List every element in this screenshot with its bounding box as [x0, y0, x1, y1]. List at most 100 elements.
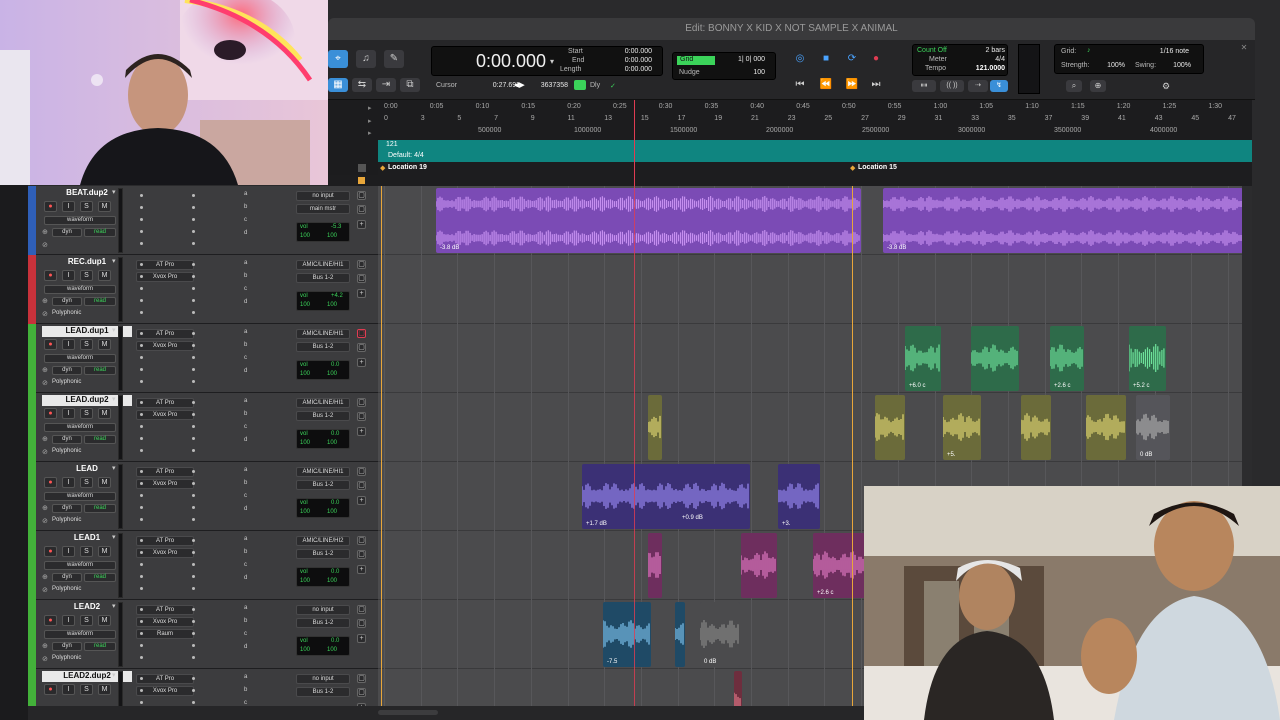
- solo-button[interactable]: S: [80, 408, 93, 419]
- send-letter[interactable]: c: [244, 355, 247, 361]
- input-selector[interactable]: AMIC/LINE/HI1: [296, 398, 350, 408]
- track-color-bar[interactable]: [28, 531, 36, 600]
- insert-empty-slot[interactable]: [140, 644, 143, 647]
- chevron-down-icon[interactable]: ▾: [112, 602, 116, 610]
- volume-pan-box[interactable]: vol +4.2 100 100: [296, 291, 350, 311]
- automation-icon[interactable]: ⊕: [42, 504, 48, 512]
- insert-empty-slot[interactable]: [140, 425, 143, 428]
- send-letter[interactable]: c: [244, 217, 247, 223]
- tempo-marker[interactable]: 121: [386, 141, 398, 148]
- add-icon[interactable]: +: [357, 496, 366, 505]
- track-sub-icon[interactable]: ▢: [357, 412, 366, 421]
- send-letter[interactable]: d: [244, 644, 247, 650]
- send-empty-slot[interactable]: [192, 482, 195, 485]
- send-empty-slot[interactable]: [192, 587, 195, 590]
- send-empty-slot[interactable]: [192, 425, 195, 428]
- audio-clip[interactable]: [648, 395, 662, 460]
- loop-playback-icon[interactable]: ◎: [790, 50, 810, 68]
- elastic-mode[interactable]: Polyphonic: [52, 310, 116, 319]
- speaker-icon[interactable]: ♫: [356, 50, 376, 68]
- add-icon[interactable]: +: [357, 427, 366, 436]
- elastic-mode[interactable]: Polyphonic: [52, 448, 116, 457]
- track-color-bar[interactable]: [28, 255, 36, 324]
- automation-mode[interactable]: read: [84, 228, 116, 237]
- volume-pan-box[interactable]: vol 0.0 100 100: [296, 429, 350, 449]
- return-to-zero-icon[interactable]: ⏮: [790, 76, 810, 94]
- clip-gain-label[interactable]: +2.6 c: [817, 590, 834, 596]
- insert-slot-2[interactable]: Xvox Pro: [136, 410, 194, 420]
- add-icon[interactable]: +: [357, 634, 366, 643]
- insert-slot-2[interactable]: Xvox Pro: [136, 479, 194, 489]
- track-sub-icon[interactable]: ▢: [357, 274, 366, 283]
- automation-icon[interactable]: ⊕: [42, 435, 48, 443]
- midi-merge-icon[interactable]: (( )): [940, 80, 964, 92]
- clip-gain-label[interactable]: +1.7 dB: [586, 521, 607, 527]
- insert-slot-1[interactable]: AT Pro: [136, 398, 194, 408]
- dyn-button[interactable]: dyn: [52, 366, 82, 375]
- pan-left[interactable]: 100: [300, 371, 310, 377]
- clip-gain-label[interactable]: -3.8 dB: [440, 245, 459, 251]
- volume-pan-box[interactable]: vol 0.0 100 100: [296, 360, 350, 380]
- add-icon[interactable]: +: [357, 289, 366, 298]
- clip-gain-label[interactable]: +5.2 c: [1133, 383, 1150, 389]
- grid-label[interactable]: Grid: [677, 56, 715, 65]
- wait-for-note-icon[interactable]: ⇢: [968, 80, 988, 92]
- send-letter[interactable]: b: [244, 687, 247, 693]
- track-view-selector[interactable]: waveform: [44, 423, 116, 432]
- automation-icon[interactable]: ⊕: [42, 573, 48, 581]
- pan-right[interactable]: 100: [327, 647, 337, 653]
- audio-clip[interactable]: [675, 602, 685, 667]
- output-selector[interactable]: Bus 1-2: [296, 480, 350, 490]
- send-letter[interactable]: d: [244, 299, 247, 305]
- tab-to-transient-icon[interactable]: ⇥: [376, 78, 396, 92]
- insert-slot-2[interactable]: Xvox Pro: [136, 341, 194, 351]
- input-monitor-button[interactable]: I: [62, 615, 75, 626]
- insert-empty-slot[interactable]: [140, 413, 143, 416]
- send-empty-slot[interactable]: [192, 539, 195, 542]
- insert-empty-slot[interactable]: [140, 689, 143, 692]
- send-empty-slot[interactable]: [192, 380, 195, 383]
- close-icon[interactable]: ✕: [1238, 42, 1250, 54]
- chevron-down-icon[interactable]: ▾: [112, 188, 116, 196]
- end-value[interactable]: 0:00.000: [612, 57, 652, 64]
- chevron-down-icon[interactable]: ▾: [112, 326, 116, 334]
- volume-pan-box[interactable]: vol 0.0 100 100: [296, 498, 350, 518]
- zoom-preset-icon[interactable]: ▦: [328, 78, 348, 92]
- send-empty-slot[interactable]: [192, 206, 195, 209]
- insert-empty-slot[interactable]: [140, 494, 143, 497]
- insert-slot-2[interactable]: Xvox Pro: [136, 272, 194, 282]
- audio-clip[interactable]: [1086, 395, 1126, 460]
- input-selector[interactable]: AMIC/LINE/HI2: [296, 536, 350, 546]
- search-icon[interactable]: ⌕: [1066, 80, 1082, 92]
- send-empty-slot[interactable]: [192, 563, 195, 566]
- track-options-icon[interactable]: ▢: [357, 191, 366, 200]
- send-empty-slot[interactable]: [192, 194, 195, 197]
- clip-gain-label[interactable]: 0 dB: [1140, 452, 1152, 458]
- solo-button[interactable]: S: [80, 684, 93, 695]
- send-empty-slot[interactable]: [192, 287, 195, 290]
- track-options-icon[interactable]: ▢: [357, 260, 366, 269]
- insert-empty-slot[interactable]: [140, 587, 143, 590]
- start-value[interactable]: 0:00.000: [612, 48, 652, 55]
- send-letter[interactable]: b: [244, 480, 247, 486]
- pan-right[interactable]: 100: [327, 440, 337, 446]
- insert-empty-slot[interactable]: [140, 311, 143, 314]
- track-row[interactable]: BEAT.dup2 ▾ ● I S Mwaveform ⊕ dyn read ⊘ a b c d no in…: [28, 186, 378, 255]
- input-monitor-button[interactable]: I: [62, 339, 75, 350]
- audio-clip[interactable]: 0 dB: [1136, 395, 1170, 460]
- clip-gain-label[interactable]: -7.5: [607, 659, 617, 665]
- pencil-tool-icon[interactable]: ✎: [384, 50, 404, 68]
- dyn-button[interactable]: dyn: [52, 297, 82, 306]
- clip-gain-label[interactable]: +0.9 dB: [682, 515, 703, 521]
- meter-value[interactable]: 4/4: [967, 56, 1005, 63]
- insert-empty-slot[interactable]: [140, 470, 143, 473]
- send-empty-slot[interactable]: [192, 368, 195, 371]
- track-row[interactable]: REC.dup1 ▾ ● I S Mwaveform ⊕ dyn read ⊘ Polyphonic…: [28, 255, 378, 324]
- audio-clip[interactable]: +2.6 c: [1050, 326, 1084, 391]
- pan-left[interactable]: 100: [300, 578, 310, 584]
- send-empty-slot[interactable]: [192, 551, 195, 554]
- chevron-down-icon[interactable]: ▾: [550, 57, 554, 66]
- volume-value[interactable]: +4.2: [331, 293, 343, 299]
- elastic-mode[interactable]: Polyphonic: [52, 517, 116, 526]
- send-letter[interactable]: a: [244, 536, 247, 542]
